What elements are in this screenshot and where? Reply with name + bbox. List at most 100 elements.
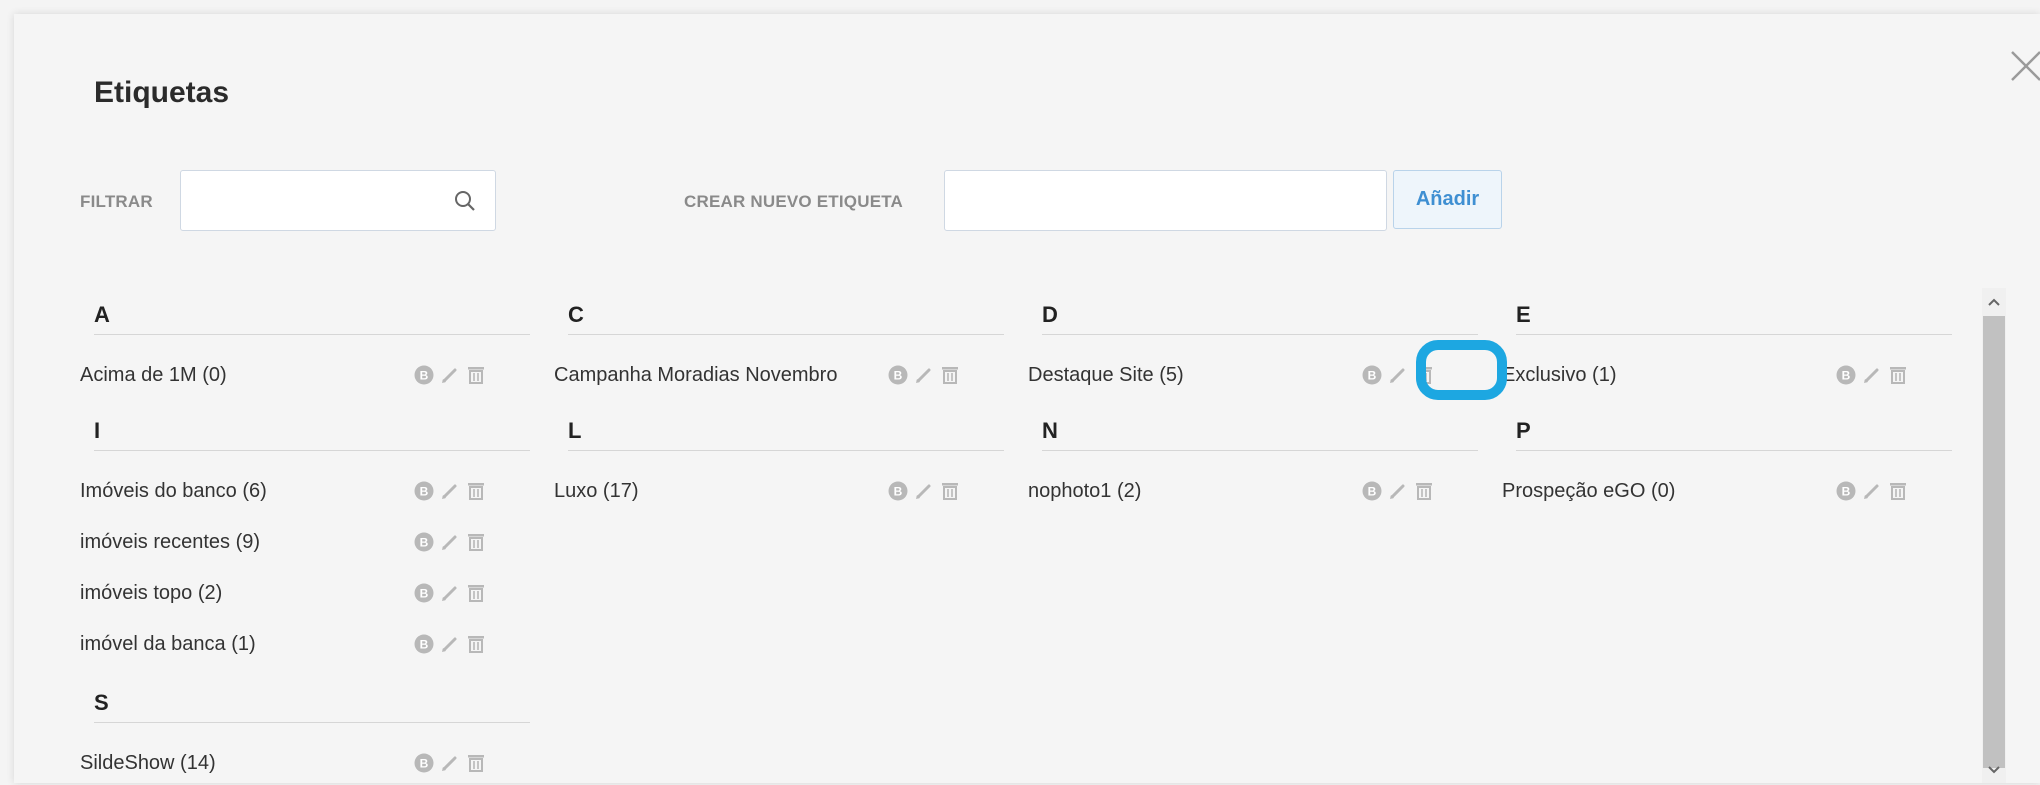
create-tag-input-wrap — [944, 170, 1387, 231]
chevron-down-icon — [1988, 766, 2000, 774]
b-badge-icon[interactable]: B — [414, 634, 434, 654]
trash-icon[interactable] — [466, 634, 486, 654]
trash-icon[interactable] — [466, 583, 486, 603]
pencil-icon[interactable] — [1388, 365, 1408, 385]
group-divider — [568, 334, 1004, 335]
tag-actions: B — [414, 365, 486, 385]
trash-icon[interactable] — [466, 532, 486, 552]
b-badge-icon[interactable]: B — [888, 365, 908, 385]
b-badge-icon[interactable]: B — [414, 481, 434, 501]
svg-text:B: B — [420, 638, 429, 652]
tag-actions: B — [414, 753, 486, 773]
tag-item[interactable]: Imóveis do banco (6) — [80, 480, 267, 503]
b-badge-icon[interactable]: B — [414, 753, 434, 773]
group-letter: P — [1516, 418, 1531, 443]
filter-input-wrap — [180, 170, 496, 231]
svg-text:B: B — [1368, 485, 1377, 499]
pencil-icon[interactable] — [440, 634, 460, 654]
tag-actions: B — [414, 532, 486, 552]
svg-text:B: B — [894, 369, 903, 383]
b-badge-icon[interactable]: B — [888, 481, 908, 501]
page-title: Etiquetas — [94, 76, 230, 109]
pencil-icon[interactable] — [914, 481, 934, 501]
tag-item[interactable]: Acima de 1M (0) — [80, 364, 227, 387]
group-divider — [94, 722, 530, 723]
svg-text:B: B — [420, 587, 429, 601]
group-letter: S — [94, 690, 109, 715]
pencil-icon[interactable] — [1388, 481, 1408, 501]
tag-actions: B — [1836, 481, 1908, 501]
trash-icon[interactable] — [1888, 481, 1908, 501]
pencil-icon[interactable] — [914, 365, 934, 385]
add-tag-button[interactable]: Añadir — [1393, 170, 1502, 229]
svg-text:B: B — [894, 485, 903, 499]
svg-text:B: B — [420, 757, 429, 771]
group-divider — [1516, 450, 1952, 451]
chevron-up-icon — [1988, 298, 2000, 306]
group-divider — [1042, 334, 1478, 335]
b-badge-icon[interactable]: B — [414, 365, 434, 385]
tag-item[interactable]: SildeShow (14) — [80, 752, 216, 775]
tag-item[interactable]: imóveis recentes (9) — [80, 531, 260, 554]
group-letter: N — [1042, 418, 1058, 443]
tag-actions: B — [888, 481, 960, 501]
b-badge-icon[interactable]: B — [1836, 365, 1856, 385]
close-button[interactable] — [2008, 48, 2040, 84]
scroll-up-arrow[interactable] — [1984, 292, 2004, 312]
scrollbar-thumb[interactable] — [1983, 316, 2005, 768]
group-divider — [1516, 334, 1952, 335]
b-badge-icon[interactable]: B — [1362, 481, 1382, 501]
svg-text:B: B — [420, 485, 429, 499]
create-tag-label: CREAR NUEVO ETIQUETA — [684, 192, 904, 211]
trash-icon[interactable] — [940, 365, 960, 385]
tag-actions: B — [1362, 365, 1434, 385]
tag-item[interactable]: nophoto1 (2) — [1028, 480, 1141, 503]
trash-icon[interactable] — [466, 365, 486, 385]
tag-actions: B — [414, 583, 486, 603]
pencil-icon[interactable] — [440, 753, 460, 773]
group-letter: D — [1042, 302, 1058, 327]
search-icon[interactable] — [453, 189, 477, 213]
pencil-icon[interactable] — [440, 532, 460, 552]
group-letter: A — [94, 302, 110, 327]
tag-item[interactable]: Luxo (17) — [554, 480, 639, 503]
create-tag-input[interactable] — [945, 171, 1386, 230]
pencil-icon[interactable] — [1862, 481, 1882, 501]
group-letter: C — [568, 302, 584, 327]
tag-item[interactable]: imóveis topo (2) — [80, 582, 222, 605]
svg-text:B: B — [420, 536, 429, 550]
pencil-icon[interactable] — [440, 481, 460, 501]
b-badge-icon[interactable]: B — [1362, 365, 1382, 385]
pencil-icon[interactable] — [440, 583, 460, 603]
filter-label: FILTRAR — [80, 192, 153, 211]
tag-actions: B — [414, 481, 486, 501]
group-divider — [568, 450, 1004, 451]
tag-item[interactable]: imóvel da banca (1) — [80, 633, 256, 656]
trash-icon[interactable] — [1414, 481, 1434, 501]
trash-icon[interactable] — [1414, 365, 1434, 385]
trash-icon[interactable] — [466, 481, 486, 501]
pencil-icon[interactable] — [1862, 365, 1882, 385]
tag-actions: B — [1362, 481, 1434, 501]
tag-actions: B — [414, 634, 486, 654]
tag-item[interactable]: Prospeção eGO (0) — [1502, 480, 1675, 503]
trash-icon[interactable] — [1888, 365, 1908, 385]
tag-item[interactable]: Exclusivo (1) — [1502, 364, 1616, 387]
trash-icon[interactable] — [466, 753, 486, 773]
svg-text:B: B — [1842, 369, 1851, 383]
svg-text:B: B — [1368, 369, 1377, 383]
group-letter: I — [94, 418, 101, 443]
tag-item[interactable]: Destaque Site (5) — [1028, 364, 1184, 387]
scroll-down-arrow[interactable] — [1984, 760, 2004, 780]
group-letter: E — [1516, 302, 1531, 327]
tag-actions: B — [1836, 365, 1908, 385]
b-badge-icon[interactable]: B — [1836, 481, 1856, 501]
tag-item[interactable]: Campanha Moradias Novembro — [554, 364, 837, 387]
b-badge-icon[interactable]: B — [414, 532, 434, 552]
pencil-icon[interactable] — [440, 365, 460, 385]
tag-actions: B — [888, 365, 960, 385]
group-divider — [94, 450, 530, 451]
filter-input[interactable] — [181, 171, 495, 230]
b-badge-icon[interactable]: B — [414, 583, 434, 603]
trash-icon[interactable] — [940, 481, 960, 501]
